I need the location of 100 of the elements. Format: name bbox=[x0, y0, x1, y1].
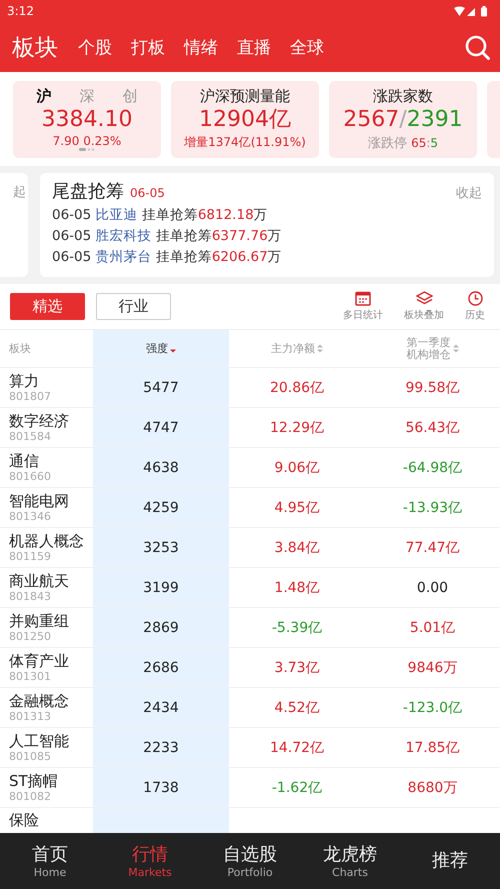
item-amount: 6812.18 bbox=[198, 207, 254, 223]
sector-name[interactable]: 通信 bbox=[9, 452, 39, 470]
sector-name[interactable]: 智能电网 bbox=[9, 492, 69, 510]
status-icons bbox=[454, 6, 490, 16]
sector-name[interactable]: 人工智能 bbox=[9, 732, 69, 750]
segment-tab[interactable]: 行业 bbox=[96, 293, 171, 320]
limit-up-count: 65 bbox=[411, 136, 426, 150]
segment-tab[interactable]: 精选 bbox=[10, 293, 85, 320]
top-tab[interactable]: 直播 bbox=[237, 36, 271, 58]
item-unit: 万 bbox=[268, 228, 282, 244]
tool-button[interactable]: 多日统计 bbox=[338, 291, 388, 322]
sector-name[interactable]: 并购重组 bbox=[9, 612, 69, 630]
item-date: 06-05 bbox=[52, 207, 92, 223]
net-flow-value: 14.72亿 bbox=[270, 738, 324, 756]
strength-value: 4259 bbox=[143, 500, 179, 516]
strength-value: 2434 bbox=[143, 700, 179, 716]
falling-count: 2391 bbox=[406, 106, 463, 132]
column-header[interactable]: 强度 bbox=[146, 342, 168, 354]
index-card[interactable]: 沪 深 创 3384.10 7.90 0.23% bbox=[13, 80, 161, 158]
sector-code: 801082 bbox=[9, 790, 51, 803]
slash-separator: / bbox=[399, 106, 407, 132]
sector-name[interactable]: 机器人概念 bbox=[9, 532, 84, 550]
top-tab[interactable]: 个股 bbox=[78, 36, 112, 58]
calendar-icon bbox=[355, 291, 371, 306]
stock-link[interactable]: 胜宏科技 bbox=[96, 228, 152, 244]
column-header: 板块 bbox=[9, 342, 31, 354]
net-flow-value: 4.52亿 bbox=[274, 698, 320, 716]
sector-code: 801346 bbox=[9, 510, 51, 523]
sector-code: 801301 bbox=[9, 670, 51, 683]
strength-value: 1738 bbox=[143, 780, 179, 796]
rising-count: 2567 bbox=[343, 106, 400, 132]
index-change: 7.90 0.23% bbox=[52, 134, 122, 148]
strength-value: 2686 bbox=[143, 660, 179, 676]
layers-icon bbox=[416, 291, 432, 306]
volume-detail: 增量1374亿(11.91%) bbox=[184, 134, 306, 151]
sector-name[interactable]: ST摘帽 bbox=[9, 772, 58, 790]
institution-value: -64.98亿 bbox=[402, 458, 462, 476]
page-dots-icon bbox=[79, 148, 95, 151]
item-date: 06-05 bbox=[52, 228, 92, 244]
volume-value: 12904亿 bbox=[199, 106, 291, 134]
net-flow-value: -5.39亿 bbox=[272, 618, 322, 636]
item-amount: 6206.67 bbox=[212, 249, 268, 265]
net-flow-value: -1.62亿 bbox=[272, 778, 322, 796]
stock-link[interactable]: 贵州茅台 bbox=[96, 249, 152, 265]
index-value: 3384.10 bbox=[42, 106, 132, 134]
top-tab[interactable]: 板块 bbox=[12, 32, 58, 62]
sector-name[interactable]: 体育产业 bbox=[9, 652, 69, 670]
item-date: 06-05 bbox=[52, 249, 92, 265]
volume-card[interactable]: 沪深预测量能 12904亿 增量1374亿(11.91%) bbox=[171, 80, 319, 158]
status-time: 3:12 bbox=[7, 4, 34, 18]
top-tab[interactable]: 全球 bbox=[290, 36, 324, 58]
top-tab[interactable]: 情绪 bbox=[184, 36, 218, 58]
sector-code: 801807 bbox=[9, 390, 51, 403]
institution-value: -13.93亿 bbox=[402, 498, 462, 516]
strength-value: 4747 bbox=[143, 420, 179, 436]
institution-value: 8680万 bbox=[408, 778, 458, 796]
net-flow-value: 20.86亿 bbox=[270, 378, 324, 396]
breadth-card[interactable]: 涨跌家数 2567/2391 涨跌停 65:5 bbox=[329, 80, 477, 158]
institution-value: 9846万 bbox=[408, 658, 458, 676]
top-tab[interactable]: 打板 bbox=[131, 36, 165, 58]
nav-tab[interactable]: 行情 Markets bbox=[100, 833, 200, 889]
sector-code: 801159 bbox=[9, 550, 51, 563]
institution-value: -123.0亿 bbox=[402, 698, 462, 716]
sector-name[interactable]: 算力 bbox=[9, 372, 39, 390]
sector-code: 801660 bbox=[9, 470, 51, 483]
net-flow-value: 4.95亿 bbox=[274, 498, 320, 516]
item-text: 挂单抢筹 bbox=[154, 249, 212, 265]
sector-name[interactable]: 保险 bbox=[9, 811, 39, 829]
net-flow-value: 1.48亿 bbox=[274, 578, 320, 596]
item-amount: 6377.76 bbox=[212, 228, 268, 244]
sector-code: 801584 bbox=[9, 430, 51, 443]
sector-code: 801313 bbox=[9, 710, 51, 723]
item-text: 挂单抢筹 bbox=[154, 228, 212, 244]
net-flow-value: 3.84亿 bbox=[274, 538, 320, 556]
item-unit: 万 bbox=[254, 207, 268, 223]
sector-name[interactable]: 商业航天 bbox=[9, 572, 69, 590]
tool-button[interactable]: 板块叠加 bbox=[399, 291, 449, 322]
nav-tab[interactable]: 首页 Home bbox=[0, 833, 100, 889]
limit-label: 涨跌停 bbox=[368, 136, 408, 150]
card-title: 涨跌家数 bbox=[373, 86, 433, 106]
sector-name[interactable]: 金融概念 bbox=[9, 692, 69, 710]
institution-value: 99.58亿 bbox=[405, 378, 460, 396]
stock-link[interactable]: 比亚迪 bbox=[96, 207, 138, 223]
sector-name[interactable]: 数字经济 bbox=[9, 412, 69, 430]
strength-value: 2869 bbox=[143, 620, 179, 636]
net-flow-value: 9.06亿 bbox=[274, 458, 320, 476]
item-text: 挂单抢筹 bbox=[140, 207, 198, 223]
nav-tab[interactable]: 龙虎榜 Charts bbox=[300, 833, 400, 889]
nav-tab[interactable]: 推荐 bbox=[400, 833, 500, 889]
institution-value: 56.43亿 bbox=[405, 418, 460, 436]
strength-value: 3199 bbox=[143, 580, 179, 596]
item-unit: 万 bbox=[268, 249, 282, 265]
sector-code: 801250 bbox=[9, 630, 51, 643]
institution-value: 77.47亿 bbox=[405, 538, 460, 556]
search-icon[interactable] bbox=[465, 34, 490, 60]
strength-value: 5477 bbox=[143, 380, 179, 396]
tool-button[interactable]: 历史 bbox=[460, 291, 490, 322]
index-tab[interactable]: 沪 bbox=[36, 87, 52, 106]
nav-tab[interactable]: 自选股 Portfolio bbox=[200, 833, 300, 889]
strength-value: 4638 bbox=[143, 460, 179, 476]
